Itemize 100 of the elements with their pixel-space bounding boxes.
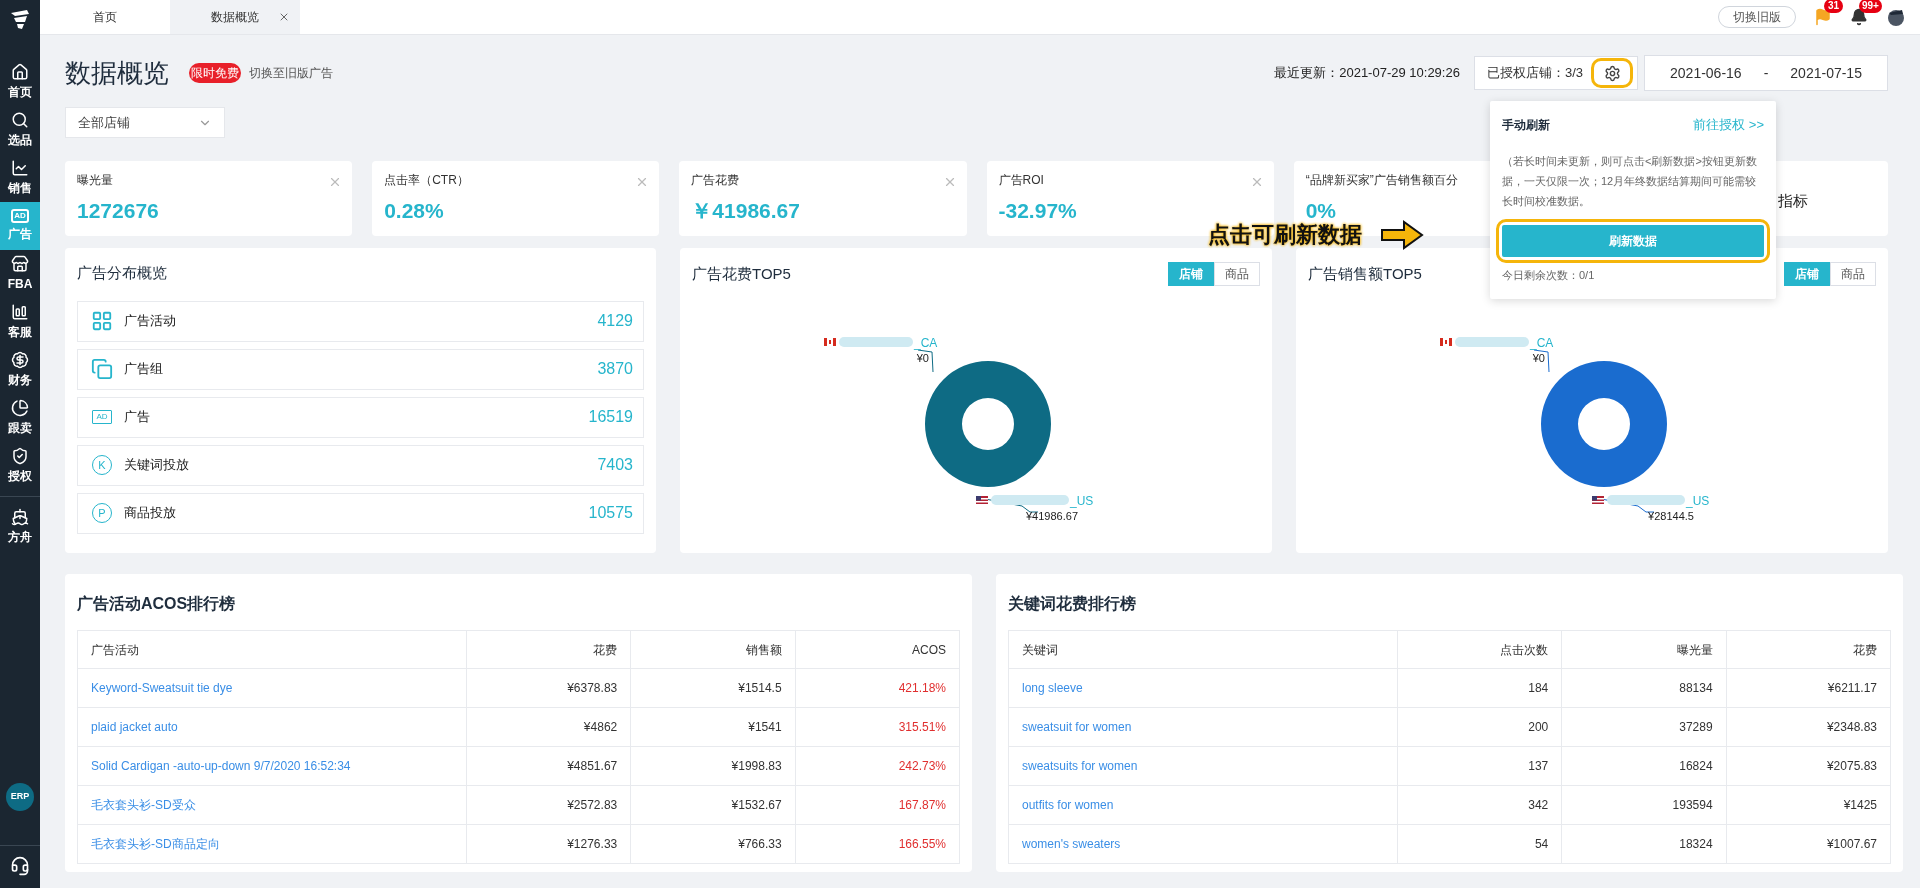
remaining-count: 今日剩余次数：0/1 xyxy=(1502,267,1596,283)
metric-title: 广告花费 xyxy=(691,172,740,189)
sidebar-item[interactable]: 财务 xyxy=(0,346,40,394)
table-cell: 242.73% xyxy=(795,746,960,786)
metric-title: “品牌新买家”广告销售额百分 xyxy=(1305,172,1458,189)
table-cell: 184 xyxy=(1397,668,1562,708)
column-header: 关键词 xyxy=(1008,630,1398,669)
date-range-field[interactable]: 2021-06-16 - 2021-07-15 xyxy=(1644,55,1888,91)
metric-value: -32.97% xyxy=(998,198,1077,224)
sidebar-item[interactable]: 跟卖 xyxy=(0,394,40,442)
flag-icon xyxy=(976,496,988,504)
metric-title: 曝光量 xyxy=(77,172,113,189)
row-link[interactable]: sweatsuit for women xyxy=(1008,707,1398,747)
sidebar-item[interactable]: 首页 xyxy=(0,58,40,106)
home-icon xyxy=(11,63,29,81)
table-cell: 342 xyxy=(1397,785,1562,825)
overview-count: 16519 xyxy=(588,407,633,427)
row-link[interactable]: Keyword-Sweatsuit tie dye xyxy=(77,668,467,708)
table-cell: ¥4862 xyxy=(466,707,631,747)
flag-icon[interactable] xyxy=(1814,8,1832,26)
close-icon[interactable] xyxy=(278,11,290,23)
table-cell: ¥1007.67 xyxy=(1726,824,1891,864)
overview-label: 关键词投放 xyxy=(124,456,189,475)
metric-value: 1272676 xyxy=(77,198,159,224)
table-cell: 421.18% xyxy=(795,668,960,708)
sidebar-item[interactable]: 授权 xyxy=(0,442,40,490)
row-link[interactable]: 毛衣套头衫-SD商品定向 xyxy=(77,824,467,864)
row-link[interactable]: women's sweaters xyxy=(1008,824,1398,864)
search-icon xyxy=(11,111,29,129)
settings-button[interactable] xyxy=(1591,58,1633,88)
page-tab[interactable]: 数据概览 xyxy=(170,0,300,34)
switch-old-link[interactable]: 切换至旧版广告 xyxy=(249,64,333,82)
sidebar-item[interactable]: 销售 xyxy=(0,154,40,202)
column-header: ACOS xyxy=(795,630,960,669)
sidebar-item[interactable]: 方舟 xyxy=(0,503,40,551)
store-icon xyxy=(11,255,29,273)
table-cell: ¥1541 xyxy=(630,707,796,747)
table-cell: ¥6211.17 xyxy=(1726,668,1891,708)
table-cell: 137 xyxy=(1397,746,1562,786)
popover-description: （若长时间未更新，则可点击<刷新数据>按钮更新数据，一天仅限一次；12月年终数据结算期间可能需较长时间校准数据。 xyxy=(1502,153,1758,209)
toggle-tab[interactable]: 商品 xyxy=(1214,262,1260,286)
notification-badge: 31 xyxy=(1824,0,1844,13)
row-link[interactable]: 毛衣套头衫-SD受众 xyxy=(77,785,467,825)
flag-icon xyxy=(1592,496,1604,504)
sidebar-item[interactable]: 选品 xyxy=(0,106,40,154)
overview-row[interactable]: K 关键词投放 7403 xyxy=(77,444,644,486)
overview-row[interactable]: 广告组 3870 xyxy=(77,348,644,390)
column-header: 销售额 xyxy=(630,630,796,669)
settings-icon xyxy=(1603,64,1621,82)
store-select[interactable]: 全部店铺 xyxy=(65,107,225,138)
table-cell: 16824 xyxy=(1561,746,1727,786)
table-cell: ¥766.33 xyxy=(630,824,796,864)
shield-icon xyxy=(11,447,29,465)
row-link[interactable]: plaid jacket auto xyxy=(77,707,467,747)
table-cell: 54 xyxy=(1397,824,1562,864)
ad-icon: AD xyxy=(92,410,112,424)
row-link[interactable]: outfits for women xyxy=(1008,785,1398,825)
column-header: 广告活动 xyxy=(77,630,467,669)
table-cell: ¥4851.67 xyxy=(466,746,631,786)
row-link[interactable]: sweatsuits for women xyxy=(1008,746,1398,786)
column-header: 曝光量 xyxy=(1561,630,1727,669)
table-cell: 37289 xyxy=(1561,707,1727,747)
table-cell: ¥1276.33 xyxy=(466,824,631,864)
arrow-icon xyxy=(1380,219,1424,250)
notification-badge: 99+ xyxy=(1859,0,1882,13)
avatar-icon[interactable] xyxy=(1886,7,1906,27)
table-cell: 315.51% xyxy=(795,707,960,747)
copy-icon xyxy=(91,358,113,380)
metric-value: 0.28% xyxy=(384,198,444,224)
table-cell: ¥2075.83 xyxy=(1726,746,1891,786)
line-chart-icon xyxy=(11,159,29,177)
flag-icon xyxy=(824,338,836,346)
logo-icon xyxy=(9,8,31,30)
overview-label: 广告活动 xyxy=(124,312,176,331)
overview-row[interactable]: 广告活动 4129 xyxy=(77,300,644,342)
last-update-text: 最近更新：2021-07-29 10:29:26 xyxy=(1274,64,1460,83)
erp-button[interactable]: ERP xyxy=(6,783,34,811)
metric-value: 0% xyxy=(1305,198,1337,223)
row-link[interactable]: long sleeve xyxy=(1008,668,1398,708)
column-header: 花费 xyxy=(466,630,631,669)
dollar-icon xyxy=(11,351,29,369)
table-cell: ¥6378.83 xyxy=(466,668,631,708)
grid-icon xyxy=(91,310,113,332)
value-label: ¥41986.67 xyxy=(1026,510,1078,522)
sidebar-item[interactable]: 客服 xyxy=(0,298,40,346)
popover-title: 手动刷新 xyxy=(1502,116,1550,134)
leader-line xyxy=(917,349,934,373)
overview-row[interactable]: AD 广告 16519 xyxy=(77,396,644,438)
leader-line xyxy=(1533,349,1550,373)
bell-icon[interactable] xyxy=(1850,8,1868,26)
table-cell: 18324 xyxy=(1561,824,1727,864)
sidebar-item[interactable]: FBA xyxy=(0,250,40,298)
row-link[interactable]: Solid Cardigan -auto-up-down 9/7/2020 16:52:34 xyxy=(77,746,467,786)
support-icon[interactable] xyxy=(10,856,30,876)
table-cell: ¥1998.83 xyxy=(630,746,796,786)
overview-count: 4129 xyxy=(597,311,633,331)
overview-row[interactable]: P 商品投放 10575 xyxy=(77,492,644,534)
toggle-tab[interactable]: 商品 xyxy=(1830,262,1876,286)
value-label: ¥28144.5 xyxy=(1648,510,1694,522)
annotation-text: 点击可刷新数据 xyxy=(1208,221,1362,249)
